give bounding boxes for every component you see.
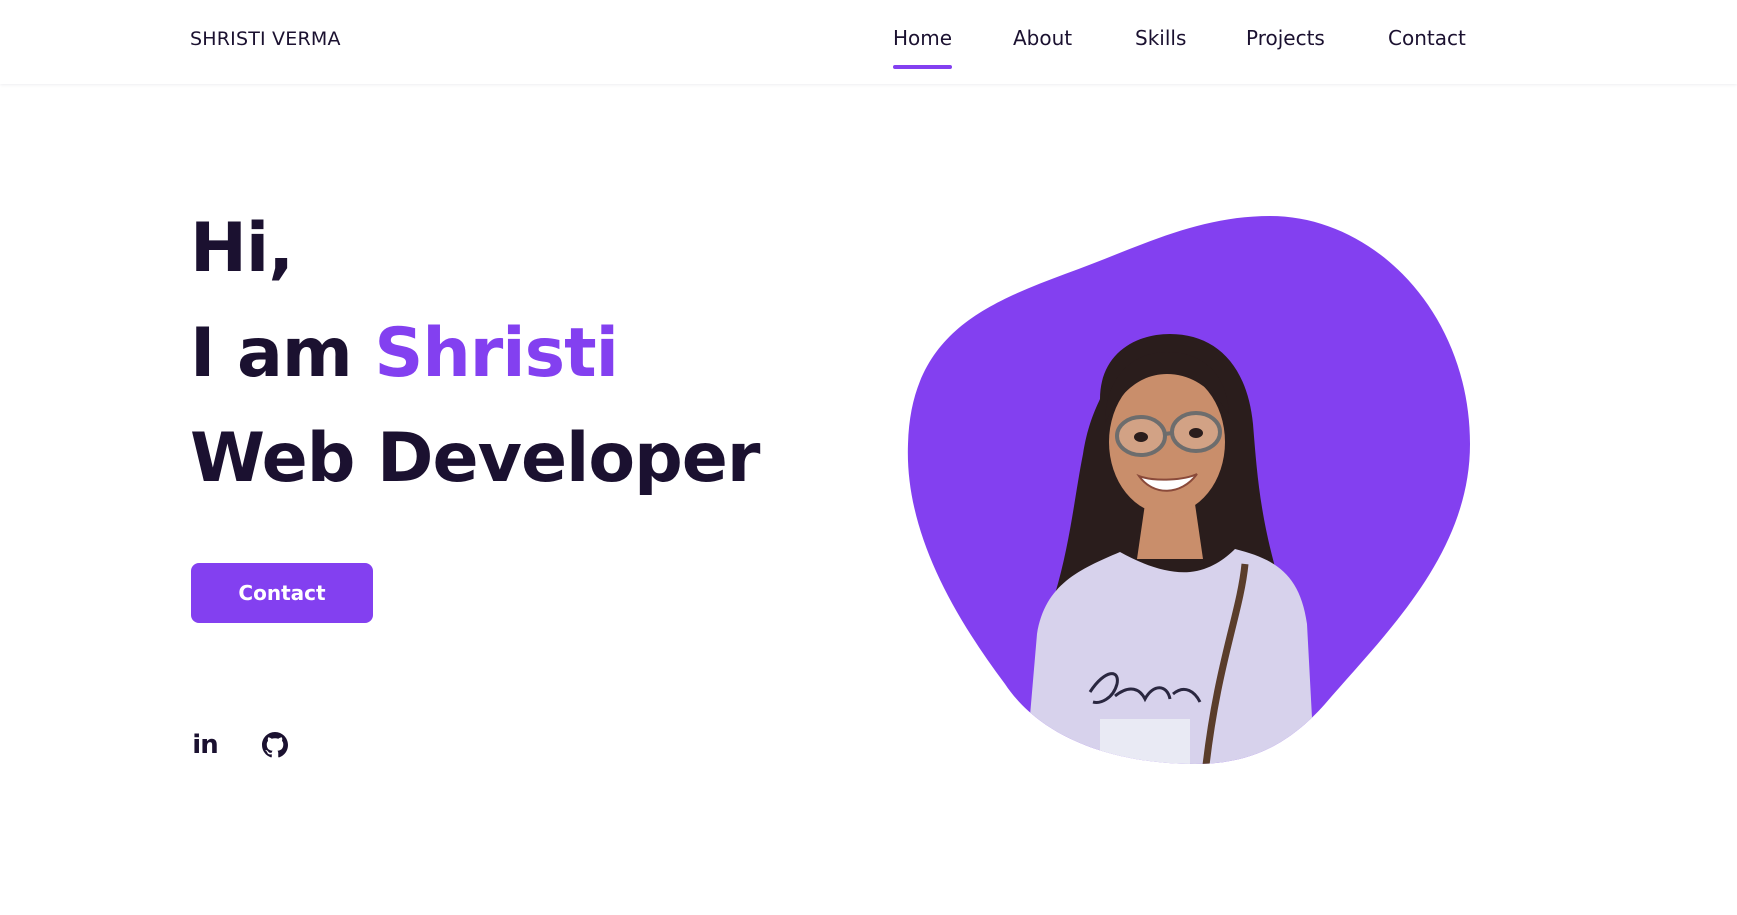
main-nav: Home About Skills Projects Contact (0, 0, 1737, 84)
nav-skills[interactable]: Skills (1135, 26, 1186, 70)
site-header: SHRISTI VERMA Home About Skills Projects… (0, 0, 1737, 84)
hero-intro-prefix: I am (190, 314, 375, 393)
nav-home[interactable]: Home (893, 26, 953, 70)
hero-greeting: Hi, (190, 209, 294, 288)
hero-name: Shristi (374, 314, 619, 393)
nav-projects[interactable]: Projects (1246, 26, 1325, 70)
hero-title: Hi, I am Shristi Web Developer (190, 196, 760, 511)
linkedin-link[interactable]: in (188, 728, 222, 762)
hero-role: Web Developer (190, 419, 760, 498)
profile-photo (907, 216, 1470, 764)
hero-intro: I am Shristi (190, 301, 759, 406)
nav-contact[interactable]: Contact (1388, 26, 1466, 70)
github-link[interactable] (258, 728, 292, 762)
linkedin-icon: in (192, 730, 218, 760)
contact-button[interactable]: Contact (191, 563, 373, 623)
github-icon (262, 732, 288, 758)
nav-about[interactable]: About (1013, 26, 1072, 70)
